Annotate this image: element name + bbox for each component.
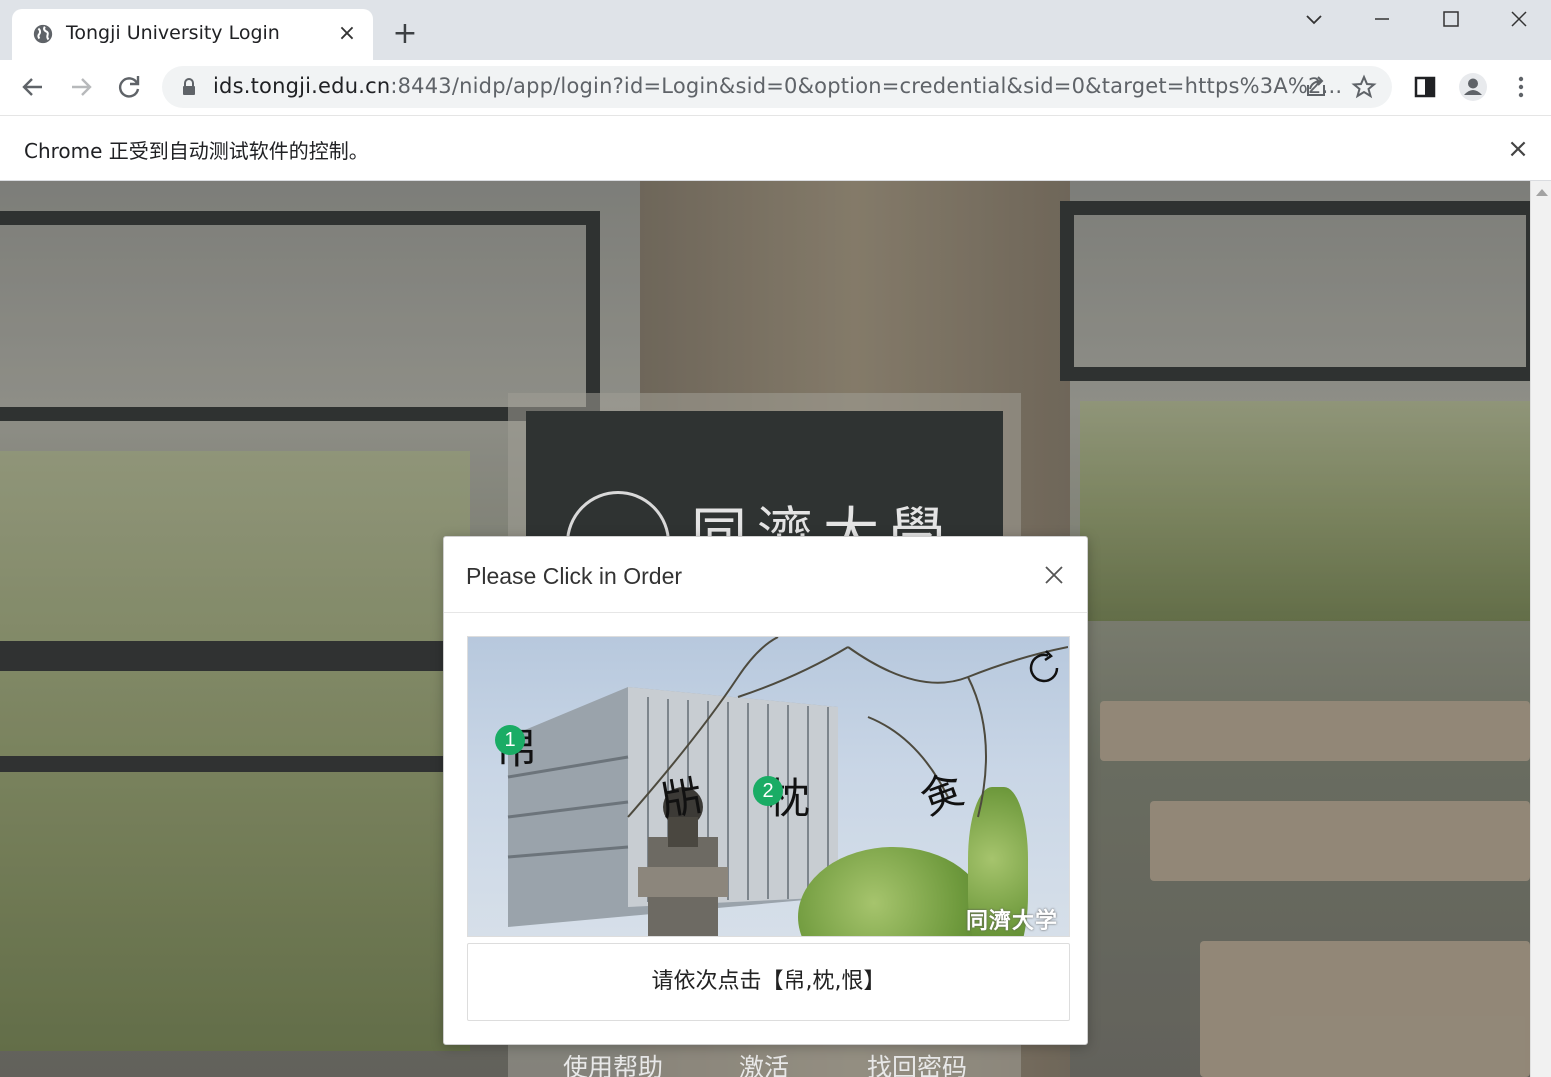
page-viewport: 同濟大學 使用帮助 激活 找回密码 Please Click in Order (0, 181, 1551, 1077)
click-marker-1: 1 (495, 725, 525, 755)
share-icon[interactable] (1302, 73, 1330, 101)
close-icon[interactable] (1040, 561, 1068, 589)
click-marker-2: 2 (753, 776, 783, 806)
tab-strip: Tongji University Login × + (0, 0, 1551, 60)
close-window-icon[interactable] (1502, 6, 1536, 34)
automation-infobar: Chrome 正受到自动测试软件的控制。 × (0, 115, 1551, 181)
login-header: 同濟大學 (526, 411, 1003, 595)
address-bar[interactable]: ids.tongji.edu.cn:8443/nidp/app/login?id… (162, 66, 1392, 108)
page-scrollbar[interactable] (1530, 181, 1551, 1077)
minimize-icon[interactable] (1365, 6, 1399, 34)
url-text[interactable]: ids.tongji.edu.cn:8443/nidp/app/login?id… (213, 74, 1342, 98)
lock-icon[interactable] (182, 78, 196, 96)
scroll-up-arrow-icon[interactable] (1536, 189, 1548, 196)
recover-password-link[interactable]: 找回密码 (867, 1048, 967, 1077)
captcha-title: Please Click in Order (466, 563, 683, 589)
tab-title: Tongji University Login (66, 22, 280, 44)
maximize-icon[interactable] (1434, 6, 1468, 34)
browser-toolbar: ids.tongji.edu.cn:8443/nidp/app/login?id… (0, 60, 1551, 115)
more-menu-icon[interactable] (1506, 72, 1536, 102)
back-icon[interactable] (16, 70, 50, 104)
bookmark-star-icon[interactable] (1350, 73, 1378, 101)
new-tab-button[interactable]: + (390, 19, 420, 50)
profile-avatar-icon[interactable] (1458, 72, 1488, 102)
close-tab-icon[interactable]: × (334, 21, 360, 47)
browser-tab[interactable]: Tongji University Login × (12, 9, 373, 60)
help-link[interactable]: 使用帮助 (563, 1048, 663, 1077)
captcha-image[interactable]: 帠 㸞 枕 㑒 1 2 同濟大学 (467, 636, 1070, 937)
refresh-icon[interactable] (1024, 648, 1064, 688)
dialog-divider (444, 612, 1087, 613)
captcha-dialog: Please Click in Order 㸞 枕 㑒 1 2 同濟大学 请依次… (443, 536, 1088, 1045)
activate-link[interactable]: 激活 (739, 1048, 789, 1077)
infobar-message: Chrome 正受到自动测试软件的控制。 (24, 139, 369, 163)
reload-icon[interactable] (112, 70, 146, 104)
tab-search-icon[interactable] (1297, 6, 1331, 34)
infobar-close-icon[interactable]: × (1503, 134, 1533, 164)
globe-icon (33, 24, 53, 44)
side-panel-icon[interactable] (1410, 72, 1440, 102)
login-links: 使用帮助 激活 找回密码 (563, 1048, 983, 1077)
captcha-instruction: 请依次点击【帠,枕,恨】 (467, 943, 1070, 1021)
captcha-watermark: 同濟大学 (966, 908, 1059, 934)
forward-icon[interactable] (64, 70, 98, 104)
